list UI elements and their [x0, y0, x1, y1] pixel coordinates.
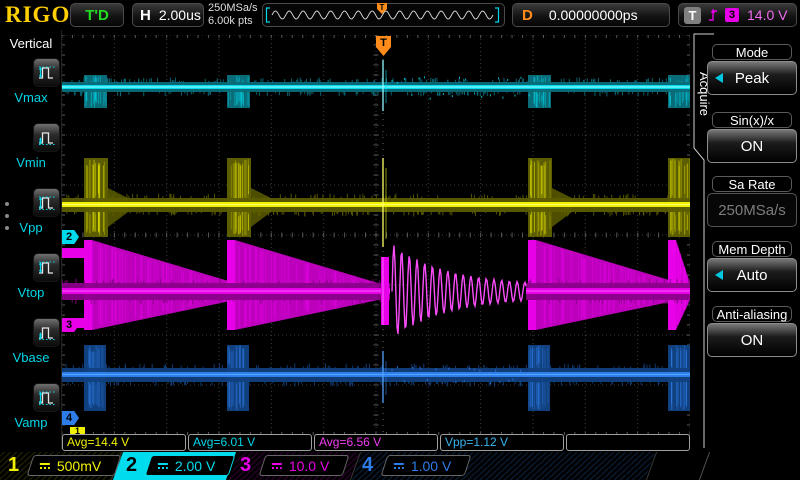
ch2-number: 2 — [126, 454, 138, 476]
left-menu-vpp-button[interactable] — [33, 188, 60, 217]
ch1-scale-box: 500mV — [26, 455, 122, 476]
trigger-source-badge: 3 — [725, 8, 739, 22]
ch2-scale: 2.00 V — [175, 457, 216, 474]
vpp-icon — [38, 196, 55, 210]
channel-status-bar: 1 500mV 2 2.00 V 3 10.0 V 4 1.00 V — [0, 452, 800, 480]
left-menu-vmin-label: Vmin — [16, 155, 46, 170]
measurement-slot-5 — [566, 434, 690, 451]
left-menu-vbase-label: Vbase — [12, 350, 50, 365]
left-menu-item-vtop: Vtop — [0, 253, 62, 315]
page-dot — [5, 202, 9, 206]
trigger-level-value: 14.0 V — [747, 7, 788, 23]
left-menu-vtop-button[interactable] — [33, 253, 60, 282]
left-menu-vamp-button[interactable] — [33, 383, 60, 412]
ch1-scale: 500mV — [57, 457, 102, 474]
left-menu-vmax-label: Vmax — [14, 90, 48, 105]
menu-value-mem-depth[interactable]: Auto — [707, 258, 797, 292]
dc-coupling-icon — [394, 462, 404, 469]
dc-coupling-icon — [158, 462, 168, 469]
menu-item-sa-rate: Sa Rate 250MSa/s — [707, 176, 797, 227]
left-arrow-icon — [715, 73, 723, 83]
rising-edge-icon — [709, 8, 717, 21]
trigger-status-badge: T'D — [70, 3, 124, 27]
measurement-slot-1: Avg=14.4 V — [62, 434, 186, 451]
ch4-scale: 1.00 V — [411, 457, 452, 474]
menu-value-sa-rate[interactable]: 250MSa/s — [707, 193, 797, 227]
dc-coupling-icon — [40, 462, 50, 469]
left-menu-vpp-label: Vpp — [19, 220, 43, 235]
left-menu-item-vamp: Vamp — [0, 383, 62, 445]
divider — [698, 452, 711, 480]
left-arrow-icon — [715, 270, 723, 280]
left-menu-title: Vertical — [9, 36, 53, 51]
ch3-number: 3 — [240, 454, 252, 476]
waveform-display — [61, 34, 712, 436]
timebase-badge[interactable]: H 2.00us — [132, 3, 204, 27]
ch3-scale: 10.0 V — [289, 457, 330, 474]
left-menu-vmax-button[interactable] — [33, 58, 60, 87]
measurement-slot-2: Avg=6.01 V — [188, 434, 312, 451]
vtop-icon — [38, 261, 55, 274]
ch3-scale-box: 10.0 V — [258, 455, 350, 476]
menu-value-anti-aliasing[interactable]: ON — [707, 323, 797, 357]
vbase-icon — [38, 326, 55, 340]
sample-rate-readout: 250MSa/s 6.00k pts — [208, 2, 258, 28]
trigger-info-badge[interactable]: T 3 14.0 V — [678, 3, 797, 27]
trigger-status-text: T'D — [85, 6, 109, 24]
memory-points-value: 6.00k pts — [208, 15, 253, 27]
left-menu-vbase-button[interactable] — [33, 318, 60, 347]
sample-rate-value: 250MSa/s — [208, 2, 258, 14]
timebase-value: 2.00us — [158, 7, 201, 23]
menu-item-sin-x-x: Sin(x)/x ON — [707, 112, 797, 163]
page-dot — [5, 226, 9, 230]
vmin-icon — [38, 131, 55, 145]
measurement-slot-3: Avg=6.56 V — [314, 434, 438, 451]
measurement-row: Avg=14.4 V Avg=6.01 V Avg=6.56 V Vpp=1.12 V — [62, 434, 690, 451]
dc-coupling-icon — [272, 462, 282, 469]
trigger-label: T — [684, 6, 701, 24]
left-menu-item-vpp: Vpp — [0, 188, 62, 250]
menu-item-mode: Mode Peak — [707, 44, 797, 95]
left-menu-item-vbase: Vbase — [0, 318, 62, 380]
left-menu-vamp-label: Vamp — [14, 415, 48, 430]
menu-item-mem-depth: Mem Depth Auto — [707, 241, 797, 292]
delay-badge[interactable]: D 0.00000000ps — [512, 3, 670, 27]
page-dot — [5, 214, 9, 218]
status-bar: RIGOL T'D H 2.00us 250MSa/s 6.00k pts T … — [0, 0, 800, 30]
menu-value-sin-x-x[interactable]: ON — [707, 129, 797, 163]
left-menu-item-vmax: Vmax — [0, 58, 62, 120]
menu-item-anti-aliasing: Anti-aliasing ON — [707, 306, 797, 357]
ch2-scale-box: 2.00 V — [144, 455, 236, 476]
left-menu-item-vmin: Vmin — [0, 123, 62, 185]
delay-value: 0.00000000ps — [548, 7, 638, 23]
horizontal-label: H — [140, 6, 151, 24]
vertical-measure-menu: Vertical Vmax Vmin Vpp Vtop Vbase Vamp — [0, 30, 62, 449]
vmax-icon — [38, 66, 55, 79]
acquire-menu: Acquire Mode Peak Sin(x)/x ON Sa Rate 25… — [690, 30, 800, 452]
left-menu-vmin-button[interactable] — [33, 123, 60, 152]
oscilloscope-screen: RIGOL T'D H 2.00us 250MSa/s 6.00k pts T … — [0, 0, 800, 480]
vamp-icon — [38, 391, 55, 405]
ch4-scale-box: 1.00 V — [380, 455, 472, 476]
left-menu-vtop-label: Vtop — [17, 285, 45, 300]
ch1-number: 1 — [8, 454, 20, 476]
ch4-number: 4 — [362, 454, 374, 476]
delay-label: D — [522, 6, 533, 24]
menu-value-mode[interactable]: Peak — [707, 61, 797, 95]
measurement-slot-4: Vpp=1.12 V — [440, 434, 564, 451]
